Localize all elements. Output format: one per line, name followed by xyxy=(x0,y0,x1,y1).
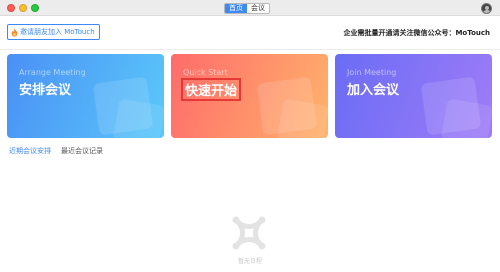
card-decoration xyxy=(112,98,164,138)
tab-home[interactable]: 首页 xyxy=(225,4,247,13)
card-subtitle: Arrange Meeting xyxy=(19,68,86,77)
minimize-window-button[interactable] xyxy=(19,4,27,12)
fire-icon xyxy=(11,27,18,37)
tab-meetings[interactable]: 会议 xyxy=(247,4,269,13)
empty-schedule-icon xyxy=(232,216,266,250)
close-window-button[interactable] xyxy=(7,4,15,12)
card-title: 加入会议 xyxy=(347,83,400,98)
card-title: 快速开始 xyxy=(181,78,242,101)
card-decoration xyxy=(440,98,492,138)
invite-friends-label: 邀请朋友加入 MoTouch xyxy=(20,28,95,36)
invite-friends-button[interactable]: 邀请朋友加入 MoTouch xyxy=(7,24,100,40)
enterprise-notice: 企业需批量开通请关注微信公众号：MoTouch xyxy=(343,29,490,37)
arrange-meeting-card[interactable]: Arrange Meeting 安排会议 xyxy=(7,54,164,138)
avatar[interactable] xyxy=(481,3,492,14)
join-meeting-card[interactable]: Join Meeting 加入会议 xyxy=(335,54,492,138)
tab-recent-meetings[interactable]: 最近会议记录 xyxy=(61,146,103,158)
sub-header: 邀请朋友加入 MoTouch 企业需批量开通请关注微信公众号：MoTouch xyxy=(0,16,500,50)
card-decoration xyxy=(276,98,328,138)
meeting-list-tabs: 近期会议安排 最近会议记录 xyxy=(9,146,103,158)
card-subtitle: Quick Start xyxy=(183,68,228,77)
main-tab-switcher: 首页 会议 xyxy=(224,3,270,14)
empty-state-text: 暂无日程 xyxy=(237,258,262,265)
window-titlebar: 首页 会议 xyxy=(0,0,500,16)
zoom-window-button[interactable] xyxy=(31,4,39,12)
card-subtitle: Join Meeting xyxy=(347,68,397,77)
avatar-body xyxy=(483,10,491,13)
tab-upcoming-meetings[interactable]: 近期会议安排 xyxy=(9,146,51,158)
card-title: 安排会议 xyxy=(19,83,72,98)
quick-start-card[interactable]: Quick Start 快速开始 xyxy=(171,54,328,138)
